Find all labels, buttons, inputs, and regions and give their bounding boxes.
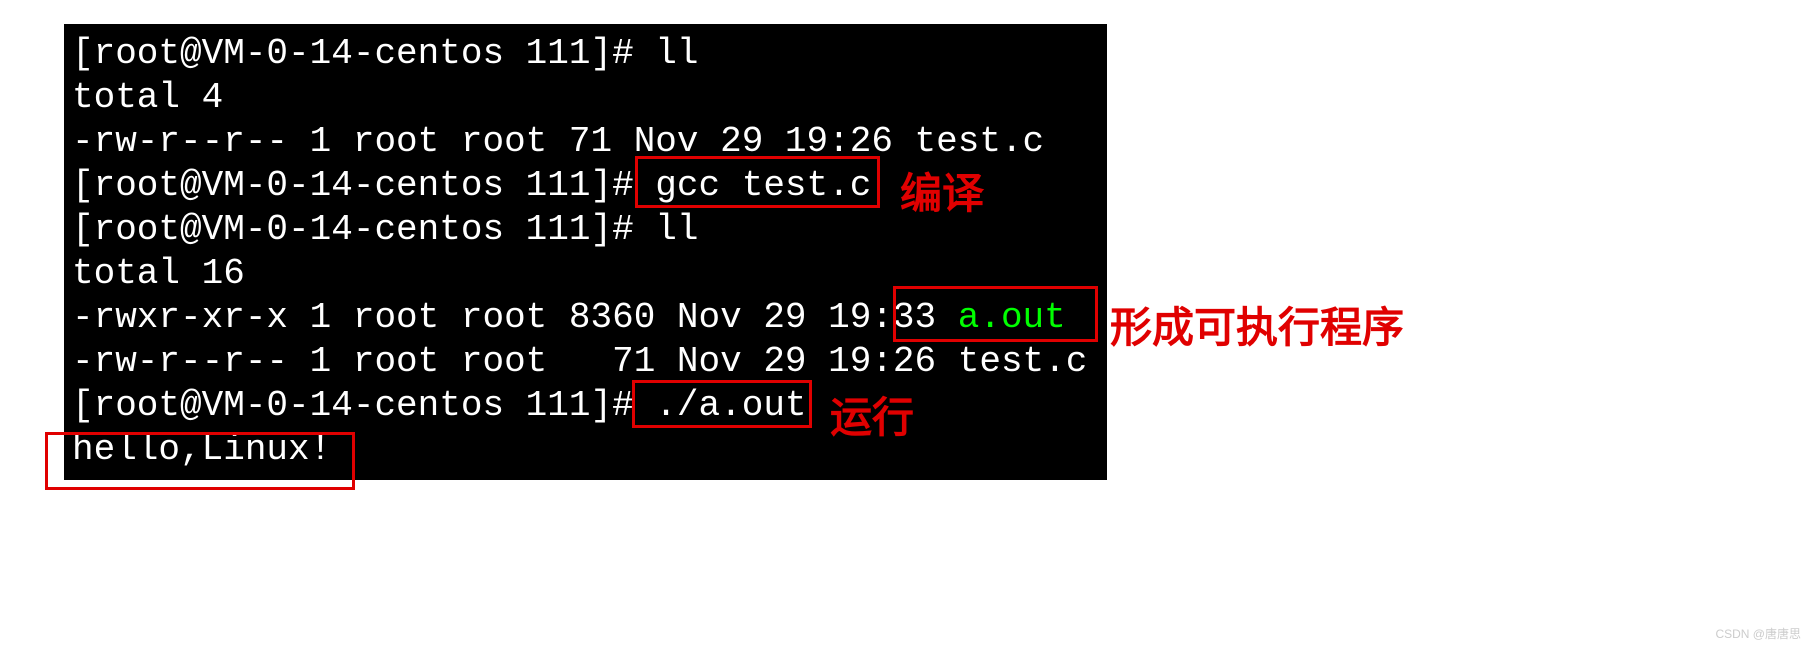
highlight-box-gcc <box>635 156 880 208</box>
terminal-line: [root@VM-0-14-centos 111]# ll <box>72 32 1099 76</box>
watermark-text: CSDN @唐唐思 <box>1715 625 1801 642</box>
command-text: ll <box>655 33 698 74</box>
annotation-run: 运行 <box>830 384 914 445</box>
command-text: ll <box>655 209 698 250</box>
highlight-box-hello <box>45 432 355 490</box>
prompt: [root@VM-0-14-centos 111]# <box>72 33 655 74</box>
terminal-output: -rw-r--r-- 1 root root 71 Nov 29 19:26 t… <box>72 120 1099 164</box>
file-perms: -rwxr-xr-x 1 root root 8360 Nov 29 19:33 <box>72 297 958 338</box>
highlight-box-run <box>632 380 812 428</box>
highlight-box-aout <box>893 286 1098 342</box>
terminal-output: total 4 <box>72 76 1099 120</box>
terminal-line: [root@VM-0-14-centos 111]# ./a.out <box>72 384 1099 428</box>
terminal-output: -rw-r--r-- 1 root root 71 Nov 29 19:26 t… <box>72 340 1099 384</box>
prompt: [root@VM-0-14-centos 111]# <box>72 209 655 250</box>
annotation-executable: 形成可执行程序 <box>1110 294 1404 355</box>
annotation-compile: 编译 <box>900 160 984 221</box>
terminal-window[interactable]: [root@VM-0-14-centos 111]# ll total 4 -r… <box>64 24 1107 480</box>
prompt: [root@VM-0-14-centos 111]# <box>72 385 655 426</box>
prompt: [root@VM-0-14-centos 111]# <box>72 165 655 206</box>
